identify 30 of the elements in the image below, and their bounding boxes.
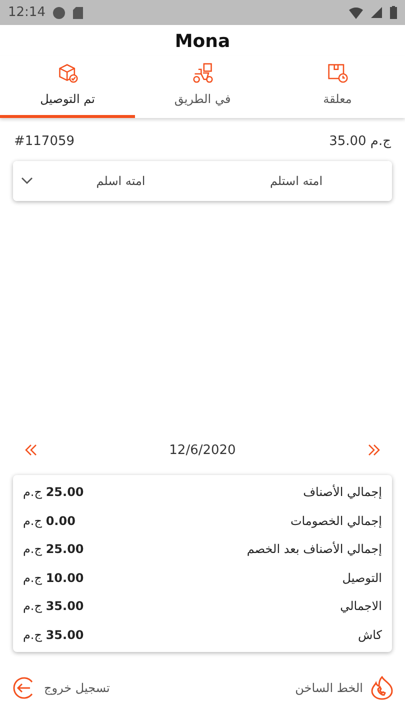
wifi-icon [349,6,363,18]
date-label: 12/6/2020 [169,442,236,458]
order-dropdown[interactable]: امته استلم امته اسلم [13,161,392,201]
order-number: #117059 [14,134,75,149]
status-time: 12:14 [8,5,46,20]
hotline-button[interactable]: الخط الساخن [295,676,393,700]
order-total: 35.00 ج.م [329,134,391,149]
summary-label: الاجمالي [340,599,382,614]
summary-label: إجمالي الأصناف بعد الخصم [246,542,382,556]
summary-label: إجمالي الخصومات [290,514,382,528]
next-button[interactable] [366,443,381,457]
phone-flame-icon [371,676,393,700]
sd-card-icon [73,6,84,18]
summary-label: إجمالي الأصناف [303,485,382,500]
double-chevron-right-icon [366,443,381,457]
summary-label: كاش [358,628,382,642]
battery-icon [390,6,397,19]
double-chevron-left-icon [24,443,38,457]
app-notification-icon [53,6,66,18]
logout-button[interactable]: تسجيل خروج [12,676,110,700]
signal-icon [371,7,382,18]
chevron-icon [21,177,33,185]
previous-button[interactable] [24,443,38,457]
tab[interactable]: في الطريق [135,56,270,118]
box-clock-icon [326,62,348,84]
tab[interactable]: معلقة [270,56,405,118]
scooter-icon [190,62,214,84]
tab[interactable]: تم التوصيل [0,56,135,118]
summary-label: التوصيل [342,570,382,585]
page-title: Mona [174,30,232,54]
